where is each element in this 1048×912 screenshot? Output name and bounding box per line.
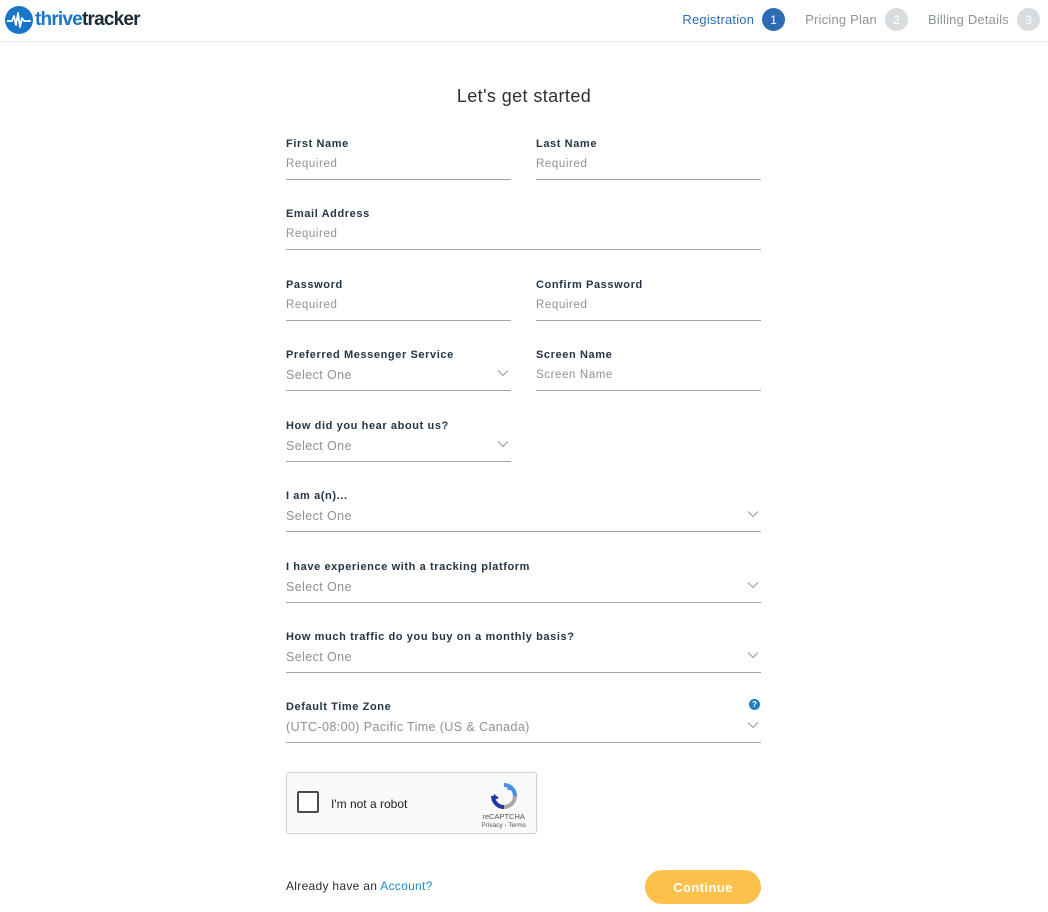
i-am-label: I am a(n)... [286,490,348,502]
account-prompt-text: Already have an [286,879,381,893]
recaptcha-privacy-link[interactable]: Privacy [481,822,502,829]
account-link[interactable]: Account? [380,879,432,893]
last-name-label: Last Name [536,138,598,150]
steps-progress: Registration 1 Pricing Plan 2 Billing De… [662,8,1040,31]
step-number: 2 [884,8,908,31]
recaptcha-brand: reCAPTCHA Privacy - Terms [481,812,526,830]
chevron-down-icon [497,370,509,377]
traffic-label: How much traffic do you buy on a monthly… [286,631,575,643]
messenger-field: Preferred Messenger Service Select One [286,349,511,398]
timezone-select-value: (UTC-08:00) Pacific Time (US & Canada) [286,720,530,734]
timezone-label: Default Time Zone [286,701,392,713]
account-prompt: Already have an Account? [286,879,433,893]
step-label: Registration [682,12,755,27]
experience-select[interactable]: Select One [286,579,761,603]
chevron-down-icon [497,441,509,448]
i-am-select[interactable]: Select One [286,508,761,532]
hear-about-select[interactable]: Select One [286,438,511,462]
first-name-label: First Name [286,138,349,150]
password-label: Password [286,279,343,291]
hear-about-select-value: Select One [286,439,352,453]
chevron-down-icon [747,582,759,589]
step-number: 1 [762,8,786,31]
hear-about-field: How did you hear about us? Select One [286,420,511,468]
recaptcha-brand-text: reCAPTCHA [482,812,525,821]
confirm-password-label: Confirm Password [536,279,643,291]
logo[interactable]: thrivetracker [4,5,141,35]
timezone-field: Default Time Zone ? (UTC-08:00) Pacific … [286,699,761,750]
recaptcha-terms-link[interactable]: Terms [508,822,526,829]
traffic-field: How much traffic do you buy on a monthly… [286,631,761,680]
question-icon[interactable]: ? [749,699,760,710]
traffic-select-value: Select One [286,650,352,664]
first-name-field: First Name Required [286,138,511,186]
timezone-select[interactable]: (UTC-08:00) Pacific Time (US & Canada) [286,719,761,743]
recaptcha-widget: I'm not a robot reCAPTCHA Privacy - Term… [286,772,537,834]
step-label: Billing Details [927,12,1009,27]
step-number: 3 [1017,8,1040,31]
screen-name-input[interactable]: Screen Name [536,367,761,391]
hear-about-label: How did you hear about us? [286,420,449,432]
chevron-down-icon [747,722,759,729]
step-billing-details[interactable]: Billing Details 3 [928,8,1040,31]
recaptcha-links: Privacy - Terms [481,821,526,830]
confirm-password-field: Confirm Password Required [536,279,761,327]
continue-button[interactable]: Continue [645,870,761,904]
screen-name-field: Screen Name Screen Name [536,349,761,398]
experience-field: I have experience with a tracking platfo… [286,561,761,609]
page-title: Let's get started [456,86,592,106]
confirm-password-input[interactable]: Required [536,297,761,321]
email-label: Email Address [286,208,370,220]
i-am-field: I am a(n)... Select One [286,490,761,539]
step-pricing-plan[interactable]: Pricing Plan 2 [805,8,908,31]
experience-select-value: Select One [286,580,352,594]
screen-name-label: Screen Name [536,349,613,361]
i-am-select-value: Select One [286,509,352,523]
logo-text: thrivetracker [35,9,141,30]
password-field: Password Required [286,279,511,327]
traffic-select[interactable]: Select One [286,649,761,673]
recaptcha-checkbox[interactable] [297,791,319,813]
messenger-select[interactable]: Select One [286,367,511,391]
messenger-label: Preferred Messenger Service [286,349,454,361]
step-label: Pricing Plan [805,12,877,27]
step-registration[interactable]: Registration 1 [682,8,786,31]
chevron-down-icon [747,652,759,659]
recaptcha-label: I'm not a robot [331,797,408,811]
first-name-input[interactable]: Required [286,156,511,180]
last-name-input[interactable]: Required [536,156,761,180]
experience-label: I have experience with a tracking platfo… [286,561,531,573]
messenger-select-value: Select One [286,368,352,382]
chevron-down-icon [747,511,759,518]
recaptcha-logo-icon [491,783,517,809]
top-bar: thrivetracker Registration 1 Pricing Pla… [0,0,1048,42]
email-field: Email Address Required [286,208,761,256]
heartbeat-circle-icon [5,6,33,34]
password-input[interactable]: Required [286,297,511,321]
last-name-field: Last Name Required [536,138,761,186]
email-input[interactable]: Required [286,226,761,250]
